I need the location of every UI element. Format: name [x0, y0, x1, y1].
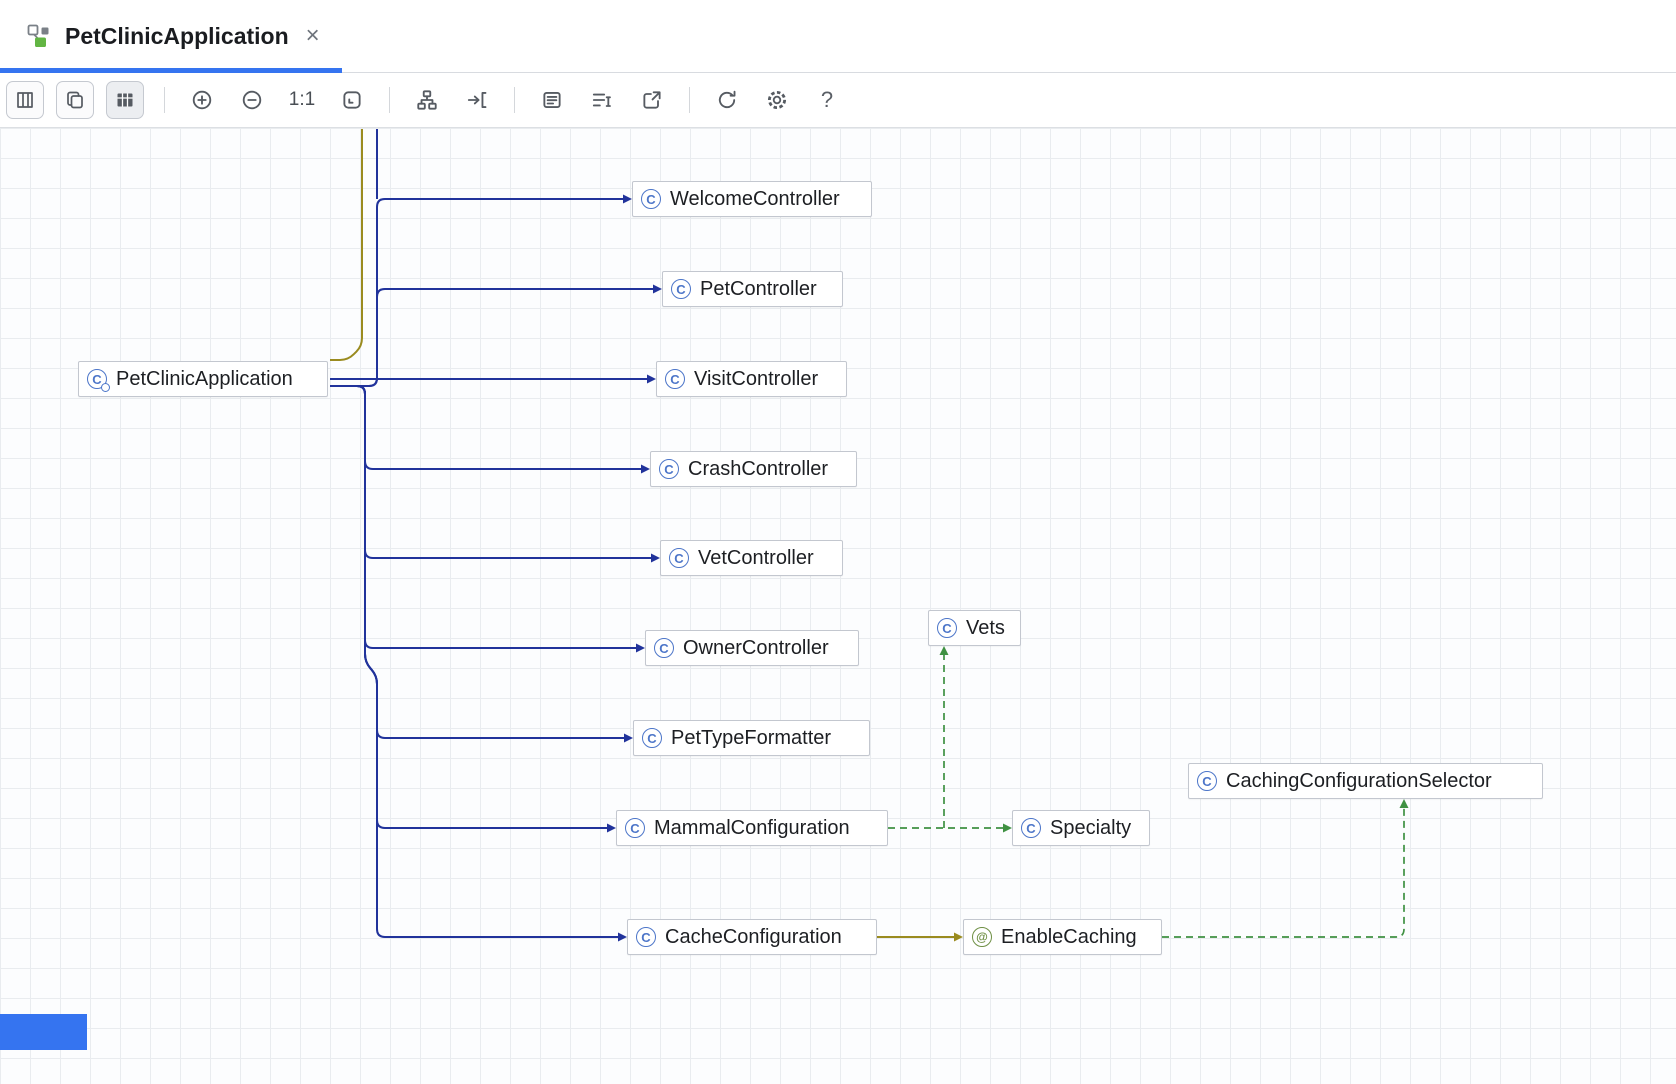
misc-group: ?: [710, 83, 844, 117]
actual-size-button[interactable]: 1:1: [285, 83, 319, 117]
node-pet[interactable]: C PetController: [662, 271, 843, 307]
diagram-world: CPetClinicApplicationCWelcomeControllerC…: [0, 128, 1676, 1084]
tab-petclinicapplication[interactable]: PetClinicApplication ×: [0, 0, 342, 72]
class-icon: C: [641, 189, 661, 209]
active-tab-indicator: [0, 68, 342, 73]
bottom-left-blue-badge: [0, 1014, 87, 1050]
node-specialty[interactable]: C Specialty: [1012, 810, 1150, 846]
fit-content-button[interactable]: [335, 83, 369, 117]
node-label: WelcomeController: [670, 188, 840, 211]
node-vets[interactable]: C Vets: [928, 610, 1021, 646]
refresh-button[interactable]: [710, 83, 744, 117]
node-label: VisitController: [694, 368, 818, 391]
node-label: Vets: [966, 617, 1005, 640]
zoom-out-icon: [240, 88, 264, 112]
diagram-toolbar: 1:1: [0, 73, 1676, 128]
table-grid-icon: [114, 89, 136, 111]
node-label: MammalConfiguration: [654, 817, 850, 840]
class-icon: C: [1197, 771, 1217, 791]
class-icon: C: [665, 369, 685, 389]
class-icon: C: [642, 728, 662, 748]
node-details-button[interactable]: [535, 83, 569, 117]
class-icon: C: [937, 618, 957, 638]
node-label: CachingConfigurationSelector: [1226, 770, 1492, 793]
class-icon: C: [654, 638, 674, 658]
diagram-file-icon: [26, 23, 52, 49]
node-cache[interactable]: C CacheConfiguration: [627, 919, 877, 955]
copy-diagram-button[interactable]: [56, 81, 94, 119]
toolbar-separator: [164, 87, 165, 113]
class-icon: C: [671, 279, 691, 299]
node-label: Specialty: [1050, 817, 1131, 840]
fit-content-icon: [340, 88, 364, 112]
node-label: PetTypeFormatter: [671, 727, 831, 750]
node-label: CrashController: [688, 458, 828, 481]
node-label: OwnerController: [683, 637, 829, 660]
zoom-in-button[interactable]: [185, 83, 219, 117]
view-mode-group: [6, 81, 144, 119]
node-app[interactable]: C PetClinicApplication: [78, 361, 328, 397]
list-cursor-icon: [590, 88, 614, 112]
open-external-icon: [640, 88, 664, 112]
node-owner[interactable]: C OwnerController: [645, 630, 859, 666]
node-pettype[interactable]: C PetTypeFormatter: [633, 720, 870, 756]
refresh-icon: [715, 88, 739, 112]
columns-icon: [14, 89, 36, 111]
toolbar-separator: [514, 87, 515, 113]
class-icon: C: [625, 818, 645, 838]
node-crash[interactable]: C CrashController: [650, 451, 857, 487]
class-icon: C: [1021, 818, 1041, 838]
node-label: EnableCaching: [1001, 926, 1137, 949]
class-icon-badged: C: [87, 369, 107, 389]
editor-tab-bar: PetClinicApplication ×: [0, 0, 1676, 73]
zoom-out-button[interactable]: [235, 83, 269, 117]
node-label: PetController: [700, 278, 817, 301]
node-visit[interactable]: C VisitController: [656, 361, 847, 397]
hierarchy-layout-icon: [415, 88, 439, 112]
ide-diagram-window: PetClinicApplication ×: [0, 0, 1676, 1084]
class-icon: C: [659, 459, 679, 479]
gear-icon: [765, 88, 789, 112]
open-in-new-window-button[interactable]: [635, 83, 669, 117]
card-preview-icon: [540, 88, 564, 112]
class-icon: C: [636, 927, 656, 947]
help-button[interactable]: ?: [810, 83, 844, 117]
node-label: VetController: [698, 547, 814, 570]
layout-group: [410, 83, 494, 117]
node-label: CacheConfiguration: [665, 926, 842, 949]
node-label: PetClinicApplication: [116, 368, 293, 391]
display-options-group: [535, 83, 669, 117]
apply-layout-button[interactable]: [410, 83, 444, 117]
columns-view-button[interactable]: [6, 81, 44, 119]
actual-size-label: 1:1: [289, 89, 315, 111]
tab-title: PetClinicApplication: [65, 23, 289, 50]
annotation-icon: @: [972, 927, 992, 947]
settings-button[interactable]: [760, 83, 794, 117]
node-enablecaching[interactable]: @ EnableCaching: [963, 919, 1162, 955]
diagram-canvas[interactable]: CPetClinicApplicationCWelcomeControllerC…: [0, 128, 1676, 1084]
node-vet[interactable]: C VetController: [660, 540, 843, 576]
boot-app-badge: [101, 383, 110, 392]
zoom-group: 1:1: [185, 83, 369, 117]
toolbar-separator: [689, 87, 690, 113]
scroll-to-node-button[interactable]: [460, 83, 494, 117]
node-ccs[interactable]: C CachingConfigurationSelector: [1188, 763, 1543, 799]
class-icon: C: [669, 548, 689, 568]
tab-close-icon[interactable]: ×: [302, 22, 324, 50]
edge-labels-button[interactable]: [585, 83, 619, 117]
arrow-into-bracket-icon: [465, 88, 489, 112]
node-mammal[interactable]: C MammalConfiguration: [616, 810, 888, 846]
nodes-layer: CPetClinicApplicationCWelcomeControllerC…: [0, 128, 1676, 1084]
toolbar-separator: [389, 87, 390, 113]
copy-icon: [64, 89, 86, 111]
help-icon: ?: [821, 87, 833, 113]
zoom-in-icon: [190, 88, 214, 112]
table-view-button[interactable]: [106, 81, 144, 119]
node-welcome[interactable]: C WelcomeController: [632, 181, 872, 217]
